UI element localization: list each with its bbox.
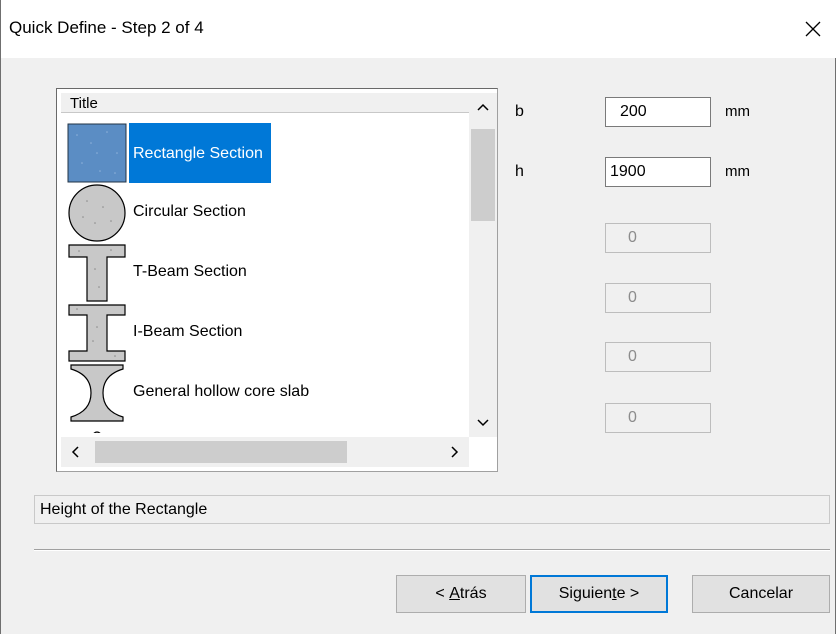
param-6-input: 0 xyxy=(605,403,711,433)
cancel-button[interactable]: Cancelar xyxy=(692,575,830,613)
window-title: Quick Define - Step 2 of 4 xyxy=(9,18,204,37)
h-label: h xyxy=(515,163,524,180)
horizontal-scroll-thumb[interactable] xyxy=(95,441,347,463)
close-button[interactable] xyxy=(790,0,836,58)
list-items-area: Rectangle Section Circular Section T-Bea… xyxy=(61,113,469,433)
vertical-scroll-thumb[interactable] xyxy=(471,129,495,221)
next-button[interactable]: Siguien t e > xyxy=(530,575,668,613)
list-item-circular-section[interactable]: Circular Section xyxy=(67,183,467,243)
back-button[interactable]: < Atrás xyxy=(396,575,526,613)
help-text: Height of the Rectangle xyxy=(40,501,208,518)
chevron-right-icon xyxy=(451,446,459,458)
list-item-label: I-Beam Section xyxy=(133,323,243,340)
b-label: b xyxy=(515,103,524,120)
divider xyxy=(34,549,830,551)
chevron-left-icon xyxy=(71,446,79,458)
scroll-up-button[interactable] xyxy=(469,93,497,121)
h-input[interactable]: 1900 xyxy=(605,157,711,187)
chevron-up-icon xyxy=(477,103,489,111)
chevron-down-icon xyxy=(477,419,489,427)
list-item-label: General hollow core slab xyxy=(133,383,310,400)
list-header-title: Title xyxy=(70,95,98,112)
next-button-rest: e > xyxy=(616,585,640,602)
hollow-core-slab-icon xyxy=(70,364,124,422)
param-3-input: 0 xyxy=(605,223,711,253)
back-button-prefix: < xyxy=(435,585,450,602)
rectangle-section-icon xyxy=(67,123,127,183)
b-input[interactable]: 200 xyxy=(605,97,711,127)
list-item-rectangle-section[interactable]: Rectangle Section xyxy=(67,123,467,183)
vertical-scrollbar[interactable] xyxy=(469,93,497,437)
back-button-mnemonic: A xyxy=(449,585,460,602)
close-icon xyxy=(805,21,821,37)
circular-section-icon xyxy=(68,184,126,242)
list-item-hollow-core-slab[interactable]: General hollow core slab xyxy=(67,363,467,423)
t-beam-section-icon xyxy=(68,244,126,302)
title-bar: Quick Define - Step 2 of 4 xyxy=(1,0,836,58)
horizontal-scrollbar[interactable] xyxy=(61,437,469,467)
section-list[interactable]: Title Rectangle Section Circular Section xyxy=(56,88,498,472)
list-item-label: Rectangle Section xyxy=(129,123,271,183)
quick-define-dialog: Quick Define - Step 2 of 4 Title Rectang… xyxy=(0,0,836,634)
i-beam-section-icon xyxy=(68,304,126,362)
scroll-left-button[interactable] xyxy=(61,438,89,466)
h-unit: mm xyxy=(725,163,750,180)
help-status-bar: Height of the Rectangle xyxy=(34,495,830,524)
list-header[interactable]: Title xyxy=(61,93,469,113)
scroll-right-button[interactable] xyxy=(441,438,469,466)
partial-section-icon xyxy=(93,431,101,433)
scroll-down-button[interactable] xyxy=(469,409,497,437)
list-item-label: Circular Section xyxy=(133,203,246,220)
next-button-prefix: Siguien xyxy=(558,585,613,602)
b-unit: mm xyxy=(725,103,750,120)
param-4-input: 0 xyxy=(605,283,711,313)
list-item-i-beam-section[interactable]: I-Beam Section xyxy=(67,303,467,363)
param-5-input: 0 xyxy=(605,342,711,372)
list-item-t-beam-section[interactable]: T-Beam Section xyxy=(67,243,467,303)
back-button-rest: trás xyxy=(459,585,487,602)
list-item-label: T-Beam Section xyxy=(133,263,247,280)
list-item-partial[interactable] xyxy=(67,423,467,433)
